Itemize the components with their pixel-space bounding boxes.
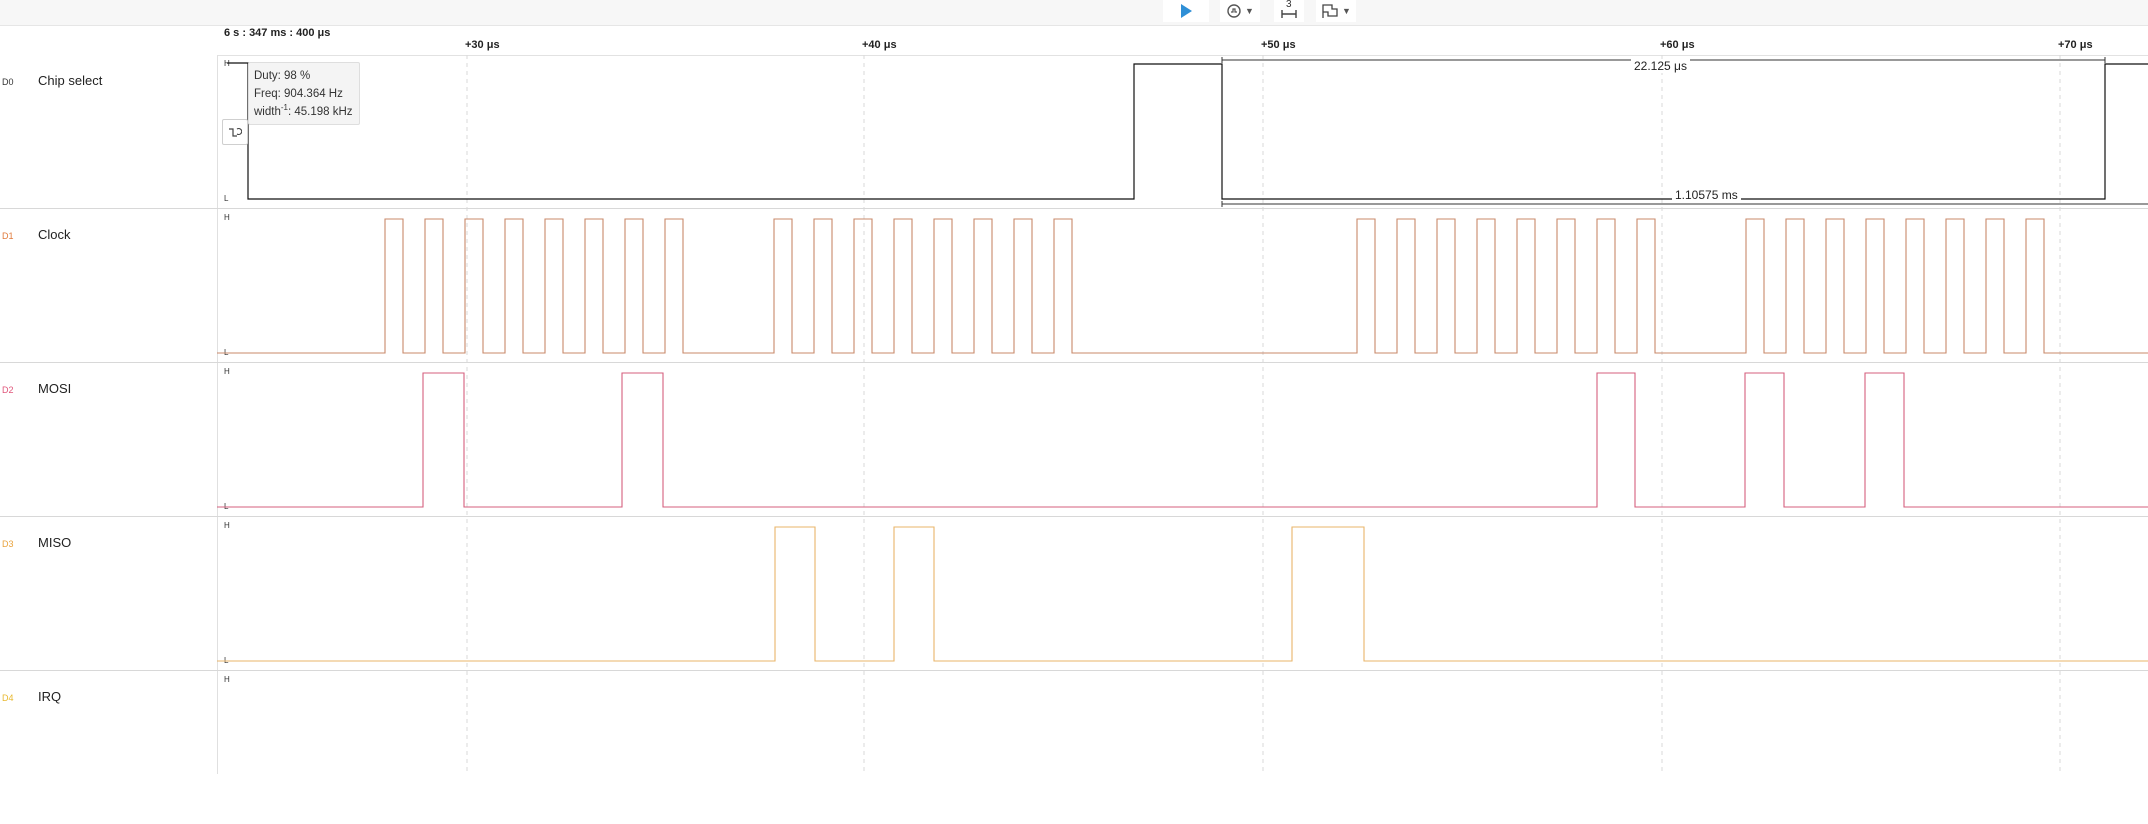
marker-button[interactable]: ▼	[1316, 0, 1356, 22]
edge-trigger-button[interactable]	[222, 119, 248, 145]
frequency-label: Freq: 904.364 Hz	[254, 88, 343, 100]
waveform-area[interactable]: H L H L H L H L H	[217, 55, 2148, 774]
measure-button[interactable]: 3	[1274, 0, 1304, 22]
channel-id: D3	[2, 539, 14, 549]
toolbar: ▼ 3 ▼	[0, 0, 2148, 26]
channel-id: D1	[2, 231, 14, 241]
trigger-settings-icon	[1227, 4, 1241, 18]
pulse-width-label: 22.125 μs	[1631, 59, 1690, 73]
trigger-settings-button[interactable]: ▼	[1220, 0, 1260, 22]
channel-row-d3[interactable]: D3 MISO	[0, 517, 217, 671]
channel-name[interactable]: IRQ	[38, 689, 61, 704]
level-high-label: H	[224, 521, 230, 530]
tick-label: +70 μs	[2058, 39, 2093, 51]
chip-select-waveform	[227, 62, 2148, 200]
level-high-label: H	[224, 675, 230, 684]
run-button[interactable]	[1163, 0, 1209, 22]
duty-label: Duty: 98 %	[254, 70, 311, 82]
tick-label: +40 μs	[862, 39, 897, 51]
channel-name[interactable]: Clock	[38, 227, 71, 242]
channel-row-d2[interactable]: D2 MOSI	[0, 363, 217, 517]
chevron-down-icon: ▼	[1245, 6, 1254, 16]
measure-badge: 3	[1286, 0, 1292, 10]
level-high-label: H	[224, 367, 230, 376]
clock-waveform	[217, 218, 2148, 354]
time-origin-label: 6 s : 347 ms : 400 μs	[224, 27, 331, 39]
channel-name[interactable]: Chip select	[38, 73, 102, 88]
tick-label: +30 μs	[465, 39, 500, 51]
width-frequency-label: width-1: 45.198 kHz	[254, 103, 353, 118]
marker-flag-icon	[1322, 4, 1338, 18]
level-high-label: H	[224, 213, 230, 222]
channel-list: D0 Chip select D1 Clock D2 MOSI D3 MISO …	[0, 55, 218, 774]
miso-waveform	[217, 526, 2148, 662]
level-low-label: L	[224, 194, 229, 203]
tick-label: +50 μs	[1261, 39, 1296, 51]
mosi-waveform	[217, 372, 2148, 508]
channel-row-d4[interactable]: D4 IRQ	[0, 671, 217, 824]
channel-name[interactable]: MOSI	[38, 381, 71, 396]
channel-row-d0[interactable]: D0 Chip select	[0, 55, 217, 209]
tick-label: +60 μs	[1660, 39, 1695, 51]
measurement-tooltip: Duty: 98 % Freq: 904.364 Hz width-1: 45.…	[248, 62, 360, 125]
channel-id: D4	[2, 693, 14, 703]
channel-id: D0	[2, 77, 14, 87]
channel-id: D2	[2, 385, 14, 395]
channel-name[interactable]: MISO	[38, 535, 71, 550]
play-icon	[1181, 4, 1192, 18]
time-ruler: 6 s : 347 ms : 400 μs +30 μs +40 μs +50 …	[217, 25, 2148, 56]
chevron-down-icon: ▼	[1342, 6, 1351, 16]
period-label: 1.10575 ms	[1672, 188, 1741, 202]
edge-trigger-icon	[229, 127, 242, 137]
channel-row-d1[interactable]: D1 Clock	[0, 209, 217, 363]
